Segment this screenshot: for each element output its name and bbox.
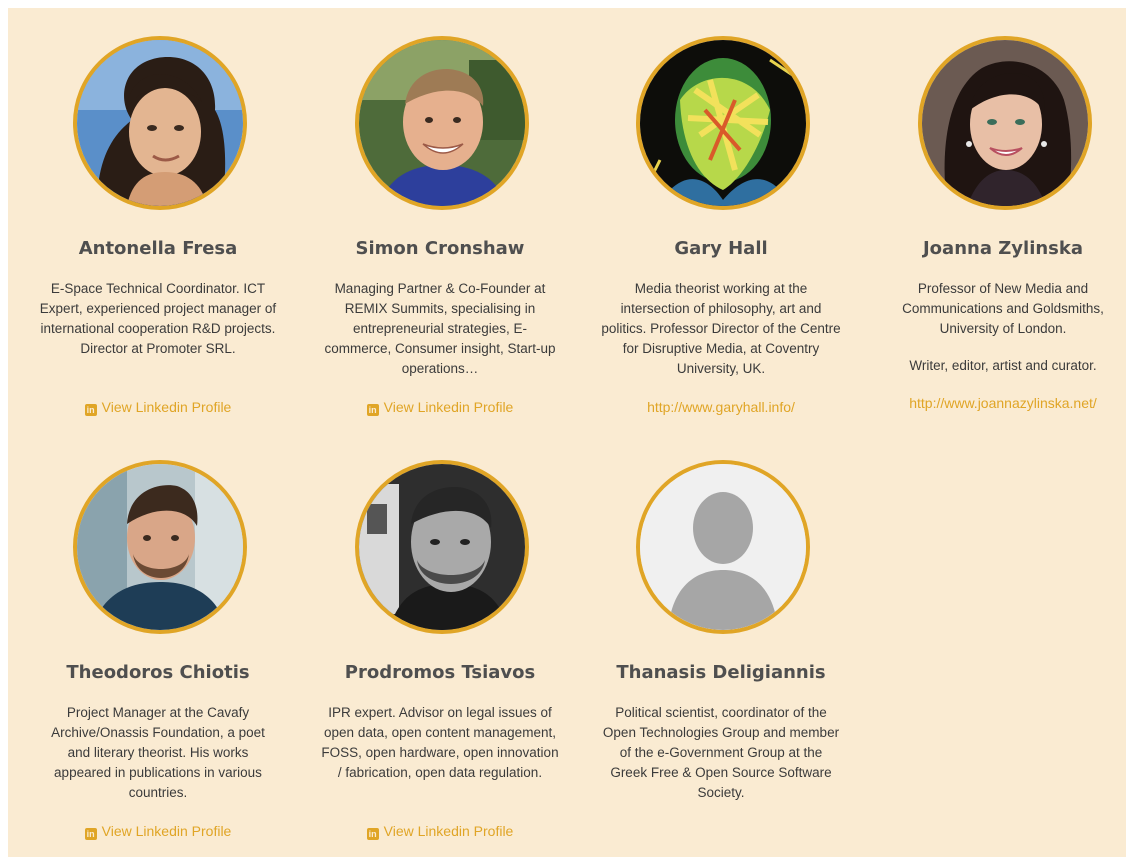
member-bio: Political scientist, coordinator of the …	[601, 703, 841, 820]
member-name: Simon Cronshaw	[355, 238, 525, 259]
linkedin-icon: in	[84, 828, 97, 840]
portrait-photo	[922, 40, 1088, 206]
bio-paragraph: Project Manager at the Cavafy Archive/On…	[51, 705, 265, 800]
portrait-photo	[77, 464, 243, 630]
bio-paragraph: E-Space Technical Coordinator. ICT Exper…	[39, 281, 277, 356]
linkedin-icon: in	[366, 828, 379, 840]
bio-paragraph: Professor of New Media and Communication…	[902, 281, 1104, 336]
member-name: Gary Hall	[674, 238, 768, 259]
bio-paragraph: Political scientist, coordinator of the …	[602, 705, 840, 800]
linkedin-profile-link[interactable]: in View Linkedin Profile	[28, 822, 288, 840]
portrait-photo	[77, 40, 243, 206]
linkedin-icon: in	[84, 404, 97, 416]
bio-paragraph: Media theorist working at the intersecti…	[601, 281, 841, 376]
avatar	[636, 460, 810, 634]
avatar	[73, 36, 247, 210]
avatar	[636, 36, 810, 210]
member-name: Antonella Fresa	[78, 238, 238, 259]
avatar	[918, 36, 1092, 210]
member-name: Theodoros Chiotis	[66, 662, 250, 683]
team-section: Antonella Fresa E-Space Technical Coordi…	[8, 8, 1126, 857]
member-bio: Media theorist working at the intersecti…	[601, 279, 841, 396]
member-bio: Project Manager at the Cavafy Archive/On…	[38, 703, 278, 820]
member-bio: IPR expert. Advisor on legal issues of o…	[320, 703, 560, 800]
link-label: View Linkedin Profile	[383, 399, 514, 415]
member-bio: E-Space Technical Coordinator. ICT Exper…	[38, 279, 278, 376]
linkedin-profile-link[interactable]: in View Linkedin Profile	[310, 822, 570, 840]
website-link[interactable]: http://www.garyhall.info/	[591, 398, 851, 416]
member-name: Thanasis Deligiannis	[616, 662, 826, 683]
linkedin-profile-link[interactable]: in View Linkedin Profile	[28, 398, 288, 416]
link-label: http://www.garyhall.info/	[647, 399, 795, 415]
placeholder-avatar-icon	[640, 464, 806, 630]
member-name: Prodromos Tsiavos	[344, 662, 536, 683]
avatar	[73, 460, 247, 634]
portrait-artwork	[640, 40, 806, 206]
link-label: View Linkedin Profile	[101, 399, 232, 415]
bio-paragraph: Managing Partner & Co-Founder at REMIX S…	[324, 281, 556, 376]
avatar	[355, 36, 529, 210]
member-bio: Managing Partner & Co-Founder at REMIX S…	[320, 279, 560, 396]
website-link[interactable]: http://www.joannazylinska.net/	[873, 394, 1128, 412]
member-name: Joanna Zylinska	[922, 238, 1084, 259]
bio-paragraph: IPR expert. Advisor on legal issues of o…	[321, 705, 559, 780]
linkedin-icon: in	[366, 404, 379, 416]
link-label: View Linkedin Profile	[101, 823, 232, 839]
link-label: View Linkedin Profile	[383, 823, 514, 839]
avatar	[355, 460, 529, 634]
bio-paragraph: Writer, editor, artist and curator.	[909, 358, 1097, 373]
portrait-photo	[359, 464, 525, 630]
member-bio: Professor of New Media and Communication…	[883, 279, 1123, 393]
link-label: http://www.joannazylinska.net/	[909, 395, 1097, 411]
portrait-photo	[359, 40, 525, 206]
linkedin-profile-link[interactable]: in View Linkedin Profile	[310, 398, 570, 416]
